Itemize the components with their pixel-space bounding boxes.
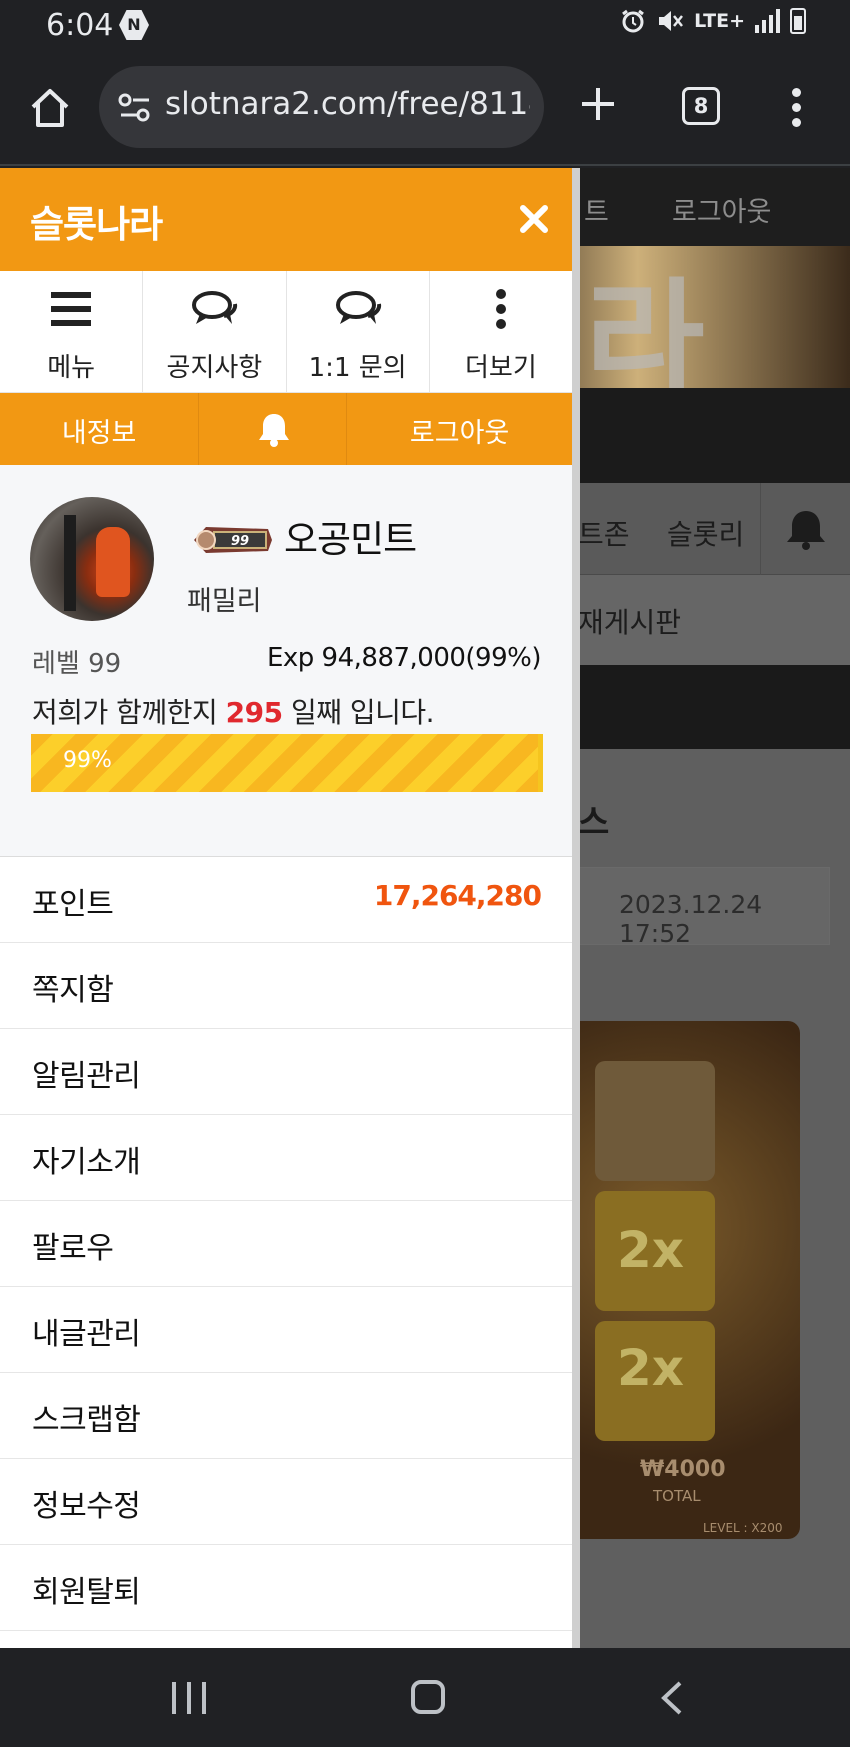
- status-icons: LTE+: [620, 8, 806, 34]
- menu-item-label: 자기소개: [32, 1145, 141, 1180]
- menu-item-label: 포인트: [32, 887, 114, 922]
- bg-game-multiplier: 2x: [617, 1339, 685, 1397]
- bg-game-total: TOTAL: [653, 1487, 701, 1505]
- user-group: 패밀리: [187, 586, 262, 617]
- system-nav-bar: [0, 1648, 850, 1747]
- quick-nav-label: 메뉴: [47, 353, 96, 383]
- menu-item-follow[interactable]: 팔로우: [0, 1201, 572, 1287]
- bg-post-date: 2023.12.24 17:52: [560, 867, 830, 948]
- bg-top-nav-item: 트: [584, 197, 609, 228]
- username: 오공민트: [284, 518, 417, 561]
- exp-label: Exp 94,887,000(99%): [266, 643, 542, 673]
- browser-toolbar: slotnara2.com/free/8114 8: [0, 50, 850, 166]
- alarm-icon: [622, 9, 645, 33]
- quick-nav-label: 1:1 문의: [308, 353, 407, 383]
- recents-icon[interactable]: [172, 1682, 206, 1714]
- menu-item-label: 내글관리: [32, 1317, 141, 1352]
- menu-item-label: 쪽지함: [32, 973, 114, 1008]
- menu-item-label: 스크랩함: [32, 1403, 141, 1438]
- menu-item-label: 알림관리: [32, 1059, 141, 1094]
- menu-item-withdraw[interactable]: 회원탈퇴: [0, 1545, 572, 1631]
- bg-game-level: LEVEL : X200: [703, 1521, 783, 1535]
- menu-item-notification-settings[interactable]: 알림관리: [0, 1029, 572, 1115]
- quick-nav-label: 공지사항: [166, 353, 263, 383]
- quick-nav-inquiry[interactable]: 1:1 문의: [287, 271, 430, 392]
- menu-item-label: 정보수정: [32, 1489, 141, 1524]
- notifications-button[interactable]: [199, 393, 348, 465]
- bg-logout-link: 로그아웃: [672, 197, 772, 228]
- bg-sub-nav-item: 트존: [578, 518, 630, 551]
- status-bar: 6:04 N LTE+: [0, 0, 850, 50]
- logout-button[interactable]: 로그아웃: [347, 393, 572, 465]
- bg-game-multiplier: 2x: [617, 1221, 685, 1279]
- network-type: LTE+: [694, 10, 745, 32]
- account-menu: 포인트 17,264,280 쪽지함 알림관리 자기소개 팔로우 내글관리 스크…: [0, 857, 572, 1631]
- new-tab-icon[interactable]: [578, 84, 618, 124]
- menu-item-messages[interactable]: 쪽지함: [0, 943, 572, 1029]
- menu-item-self-intro[interactable]: 자기소개: [0, 1115, 572, 1201]
- mute-icon: [659, 11, 684, 31]
- exp-progress-bar: 99%: [31, 734, 543, 792]
- logout-label: 로그아웃: [409, 418, 510, 449]
- profile-card: 99 오공민트 패밀리 레벨 99 Exp 94,887,000(99%) 저희…: [0, 465, 572, 857]
- vertical-dots-icon: [476, 289, 526, 329]
- drawer-title: 슬롯나라: [30, 203, 163, 246]
- bg-post-title: 스: [578, 803, 610, 843]
- menu-item-my-posts[interactable]: 내글관리: [0, 1287, 572, 1373]
- bg-sub-nav-item: 슬롯리: [667, 518, 745, 551]
- my-info-label: 내정보: [61, 418, 137, 449]
- points-value: 17,264,280: [373, 879, 542, 912]
- browser-menu-icon[interactable]: [790, 88, 802, 128]
- home-button-icon[interactable]: [411, 1680, 445, 1714]
- signal-icon: [755, 9, 780, 33]
- chat-bubbles-icon: [189, 289, 239, 329]
- home-icon[interactable]: [28, 86, 72, 130]
- side-drawer: 슬롯나라 메뉴 공지사항 1:1 문의 더보기 내정보 로그아웃 99 오공민트…: [0, 168, 580, 1648]
- bg-game-amount: ₩4000: [640, 1457, 726, 1482]
- bg-bell-icon: [760, 483, 850, 575]
- membership-days-count: 295: [225, 696, 283, 729]
- notification-n-icon: N: [119, 10, 149, 40]
- menu-item-points[interactable]: 포인트 17,264,280: [0, 857, 572, 943]
- account-action-bar: 내정보 로그아웃: [0, 393, 572, 465]
- address-bar[interactable]: slotnara2.com/free/8114: [99, 66, 544, 148]
- bg-game-image: 2x 2x ₩4000 TOTAL LEVEL : X200: [565, 1021, 800, 1539]
- back-icon[interactable]: [656, 1680, 686, 1716]
- bell-icon: [259, 414, 290, 447]
- level-badge-number: 99: [231, 534, 249, 549]
- menu-item-label: 팔로우: [32, 1231, 114, 1266]
- menu-item-scraps[interactable]: 스크랩함: [0, 1373, 572, 1459]
- quick-nav-notice[interactable]: 공지사항: [143, 271, 287, 392]
- site-settings-icon[interactable]: [117, 90, 153, 126]
- quick-nav-more[interactable]: 더보기: [430, 271, 572, 392]
- url-text[interactable]: slotnara2.com/free/8114: [165, 86, 530, 122]
- membership-days: 저희가 함께한지 295 일째 입니다.: [32, 696, 435, 729]
- chat-bubbles-icon: [333, 289, 383, 329]
- hamburger-icon: [46, 289, 96, 329]
- avatar[interactable]: [30, 497, 154, 621]
- level-badge-icon: 99: [194, 527, 272, 553]
- tab-switcher-button[interactable]: 8: [682, 87, 720, 125]
- close-icon[interactable]: [518, 203, 550, 235]
- level-label: 레벨 99: [32, 649, 122, 679]
- drawer-header: 슬롯나라: [0, 168, 572, 271]
- menu-item-label: 회원탈퇴: [32, 1575, 141, 1610]
- my-info-button[interactable]: 내정보: [0, 393, 200, 465]
- status-time: 6:04: [46, 8, 114, 43]
- quick-nav-label: 더보기: [464, 353, 537, 383]
- exp-progress-label: 99%: [63, 748, 112, 773]
- quick-nav: 메뉴 공지사항 1:1 문의 더보기: [0, 271, 572, 393]
- menu-item-edit-profile[interactable]: 정보수정: [0, 1459, 572, 1545]
- quick-nav-menu[interactable]: 메뉴: [0, 271, 144, 392]
- battery-icon: [790, 8, 806, 34]
